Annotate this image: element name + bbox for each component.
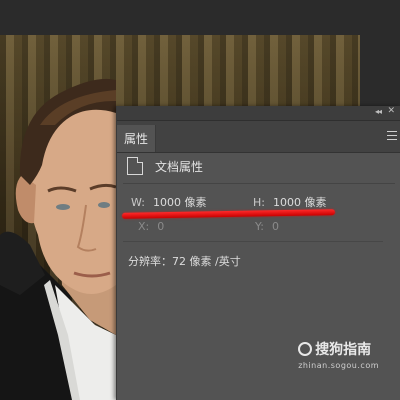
height-value[interactable]: 1000 像素: [273, 196, 327, 209]
document-properties-header: 文档属性: [125, 156, 203, 176]
width-field[interactable]: W: 1000 像素: [131, 194, 206, 210]
x-label: X:: [138, 220, 150, 233]
panel-tabbar: 属性: [117, 121, 400, 153]
watermark-url: zhinan.sogou.com: [298, 361, 379, 370]
y-value[interactable]: 0: [272, 220, 279, 233]
close-icon[interactable]: ✕: [387, 106, 395, 116]
divider: [123, 183, 395, 184]
sogou-logo-icon: [298, 342, 313, 356]
tab-properties[interactable]: 属性: [117, 125, 156, 152]
watermark-brand: 搜狗指南: [298, 339, 379, 359]
collapse-icon[interactable]: ◂◂: [375, 107, 382, 116]
x-value[interactable]: 0: [157, 220, 164, 233]
document-icon: [127, 157, 143, 175]
y-field[interactable]: Y: 0: [255, 220, 279, 233]
width-label: W:: [131, 196, 145, 209]
panel-menu-icon[interactable]: [387, 131, 397, 140]
properties-panel: ◂◂ ✕ 属性 文档属性 W: 1000 像素 H: 1000 像素 X: 0 Y: 0…: [116, 106, 400, 400]
panel-titlebar[interactable]: ◂◂ ✕: [117, 106, 400, 121]
y-label: Y:: [255, 220, 264, 233]
height-field[interactable]: H: 1000 像素: [253, 194, 326, 210]
width-value[interactable]: 1000 像素: [153, 196, 207, 209]
x-field[interactable]: X: 0: [138, 220, 164, 233]
document-properties-title: 文档属性: [155, 159, 204, 174]
height-label: H:: [253, 196, 265, 209]
resolution-text: 分辨率：72 像素 /英寸: [128, 255, 241, 268]
watermark: 搜狗指南 zhinan.sogou.com: [298, 339, 379, 370]
watermark-brand-text: 搜狗指南: [315, 342, 372, 358]
divider: [123, 241, 383, 242]
